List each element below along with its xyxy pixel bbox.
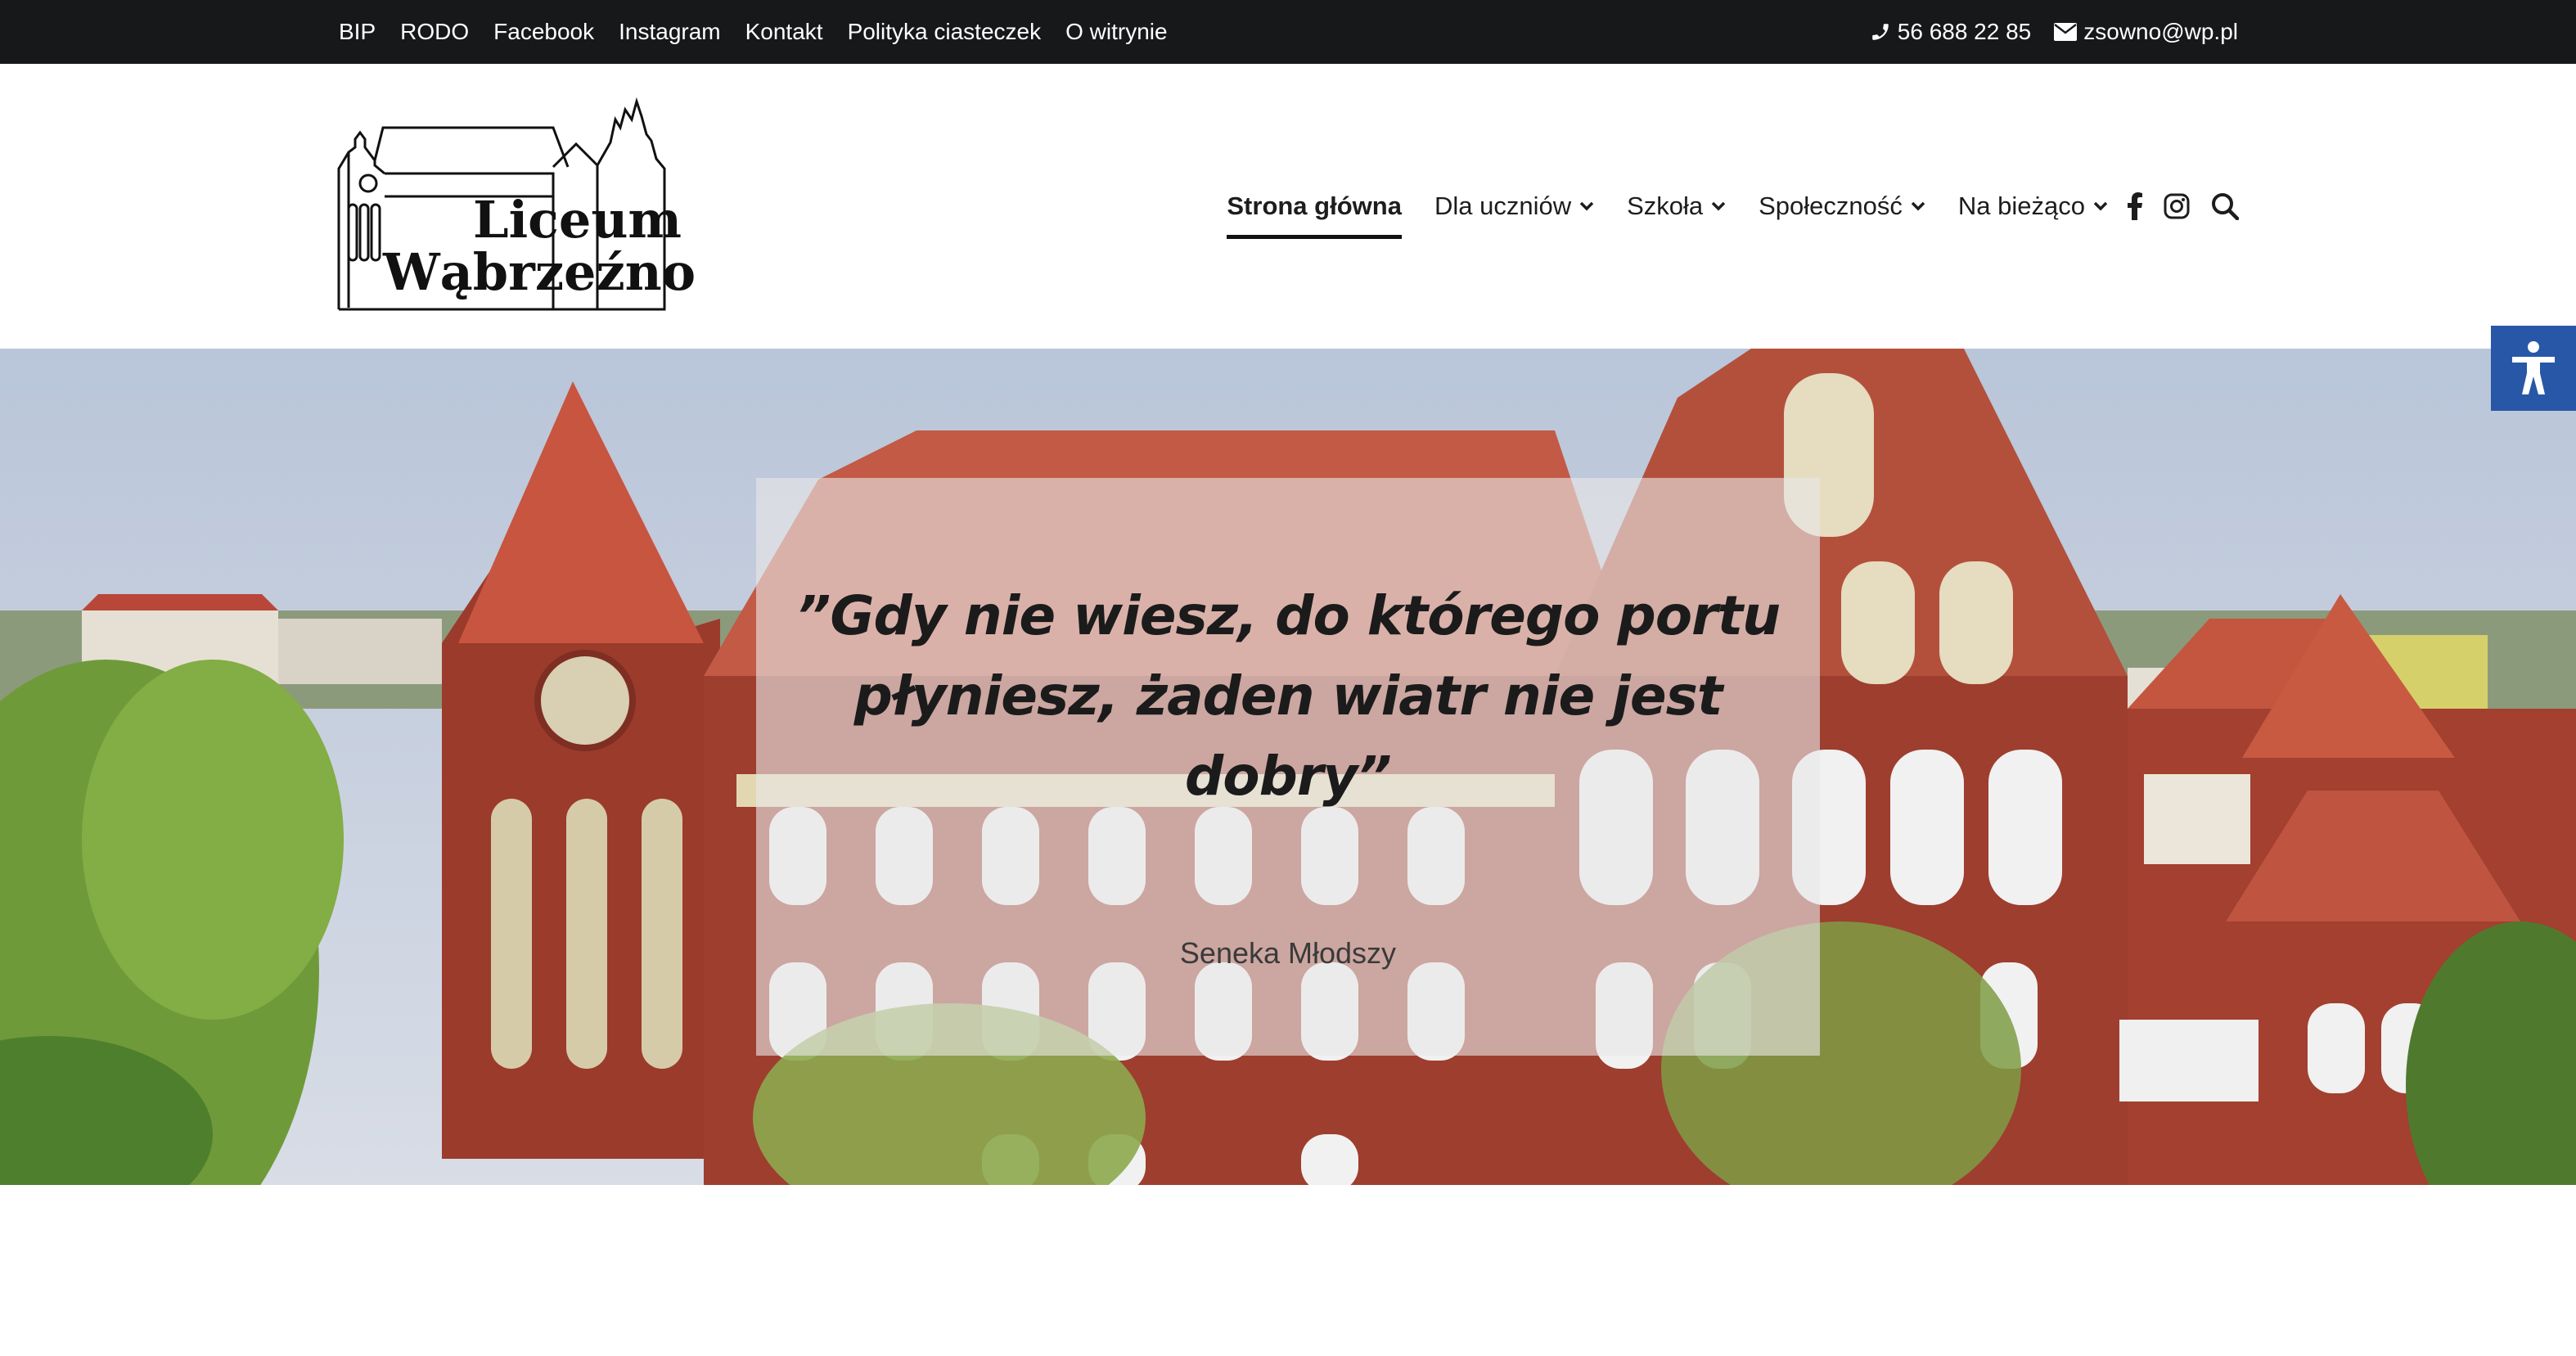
top-contact: 56 688 22 85 zsowno@wp.pl: [1870, 0, 2238, 64]
nav-students[interactable]: Dla uczniów: [1434, 173, 1594, 239]
site-logo[interactable]: Liceum Wąbrzeźno: [337, 95, 696, 311]
nav-community-label: Społeczność: [1759, 191, 1903, 220]
top-link-instagram[interactable]: Instagram: [619, 19, 721, 45]
instagram-icon[interactable]: [2164, 193, 2190, 219]
quote-line-2: płyniesz, żaden wiatr nie jest dobry”: [853, 664, 1723, 808]
nav-school[interactable]: Szkoła: [1627, 173, 1726, 239]
accessibility-button[interactable]: [2491, 326, 2576, 411]
top-link-about[interactable]: O witrynie: [1065, 19, 1167, 45]
hero-banner: ”Gdy nie wiesz, do którego portu płynies…: [0, 349, 2576, 1185]
nav-school-label: Szkoła: [1627, 191, 1704, 220]
top-bar: BIP RODO Facebook Instagram Kontakt Poli…: [0, 0, 2576, 64]
facebook-icon[interactable]: [2128, 192, 2142, 220]
logo-line1: Liceum: [473, 190, 682, 250]
nav-news[interactable]: Na bieżąco: [1958, 173, 2108, 239]
top-link-bip[interactable]: BIP: [339, 19, 376, 45]
nav-icons: [2128, 192, 2239, 220]
top-links: BIP RODO Facebook Instagram Kontakt Poli…: [339, 0, 1192, 64]
phone-icon: [1872, 24, 1889, 40]
nav-home-label: Strona główna: [1227, 191, 1402, 220]
chevron-down-icon: [2093, 201, 2108, 211]
logo-line2: Wąbrzeźno: [383, 242, 696, 302]
email-address: zsowno@wp.pl: [2083, 19, 2238, 44]
chevron-down-icon: [1911, 201, 1925, 211]
nav-news-label: Na bieżąco: [1957, 191, 2085, 220]
accessibility-icon: [2512, 341, 2555, 394]
chevron-down-icon: [1711, 201, 1726, 211]
nav-students-label: Dla uczniów: [1434, 191, 1572, 220]
hero-quote: ”Gdy nie wiesz, do którego portu płynies…: [756, 576, 1820, 817]
envelope-icon: [2054, 23, 2078, 41]
phone-number: 56 688 22 85: [1897, 19, 2032, 44]
search-icon[interactable]: [2211, 192, 2239, 220]
site-header: Liceum Wąbrzeźno Strona główna Dla uczni…: [0, 64, 2576, 349]
top-link-cookies[interactable]: Polityka ciasteczek: [848, 19, 1042, 45]
quote-box: ”Gdy nie wiesz, do którego portu płynies…: [756, 478, 1820, 1056]
top-link-kontakt[interactable]: Kontakt: [745, 19, 823, 45]
email-contact[interactable]: zsowno@wp.pl: [2054, 19, 2238, 45]
top-link-rodo[interactable]: RODO: [400, 19, 469, 45]
quote-author: Seneka Młodszy: [1179, 936, 1397, 970]
top-link-facebook[interactable]: Facebook: [493, 19, 594, 45]
chevron-down-icon: [1579, 201, 1594, 211]
nav-community[interactable]: Społeczność: [1759, 173, 1925, 239]
main-nav: Strona główna Dla uczniów Szkoła Społecz…: [1227, 64, 2239, 349]
quote-line-1: ”Gdy nie wiesz, do którego portu: [795, 584, 1781, 647]
nav-home[interactable]: Strona główna: [1227, 173, 1402, 239]
phone-contact[interactable]: 56 688 22 85: [1870, 19, 2032, 45]
